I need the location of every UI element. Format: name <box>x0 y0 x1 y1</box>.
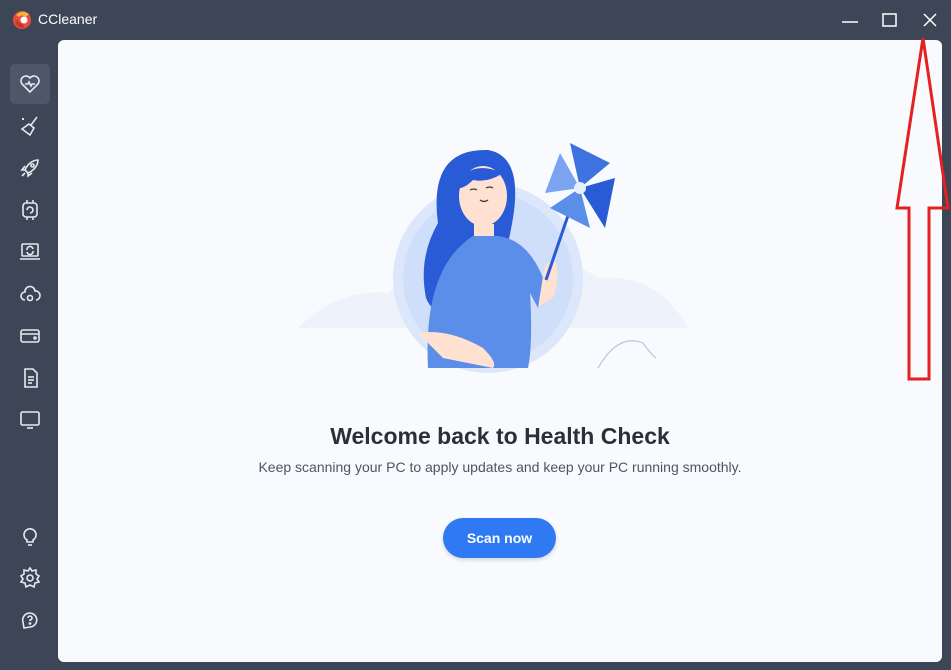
title-bar: CCleaner <box>0 0 951 40</box>
maximize-button[interactable] <box>870 6 910 34</box>
sidebar-item-settings[interactable] <box>10 558 50 598</box>
app-title: CCleaner <box>38 11 98 27</box>
scan-now-button[interactable]: Scan now <box>443 518 556 558</box>
sidebar <box>0 40 58 670</box>
minimize-icon <box>842 21 858 23</box>
drive-icon <box>20 329 40 343</box>
lightbulb-icon <box>23 528 37 546</box>
rocket-icon <box>20 159 39 178</box>
document-icon <box>24 368 38 388</box>
sidebar-item-custom-clean[interactable] <box>10 106 50 146</box>
page-title: Welcome back to Health Check <box>330 423 670 449</box>
annotation-arrow-icon <box>895 37 950 381</box>
sidebar-item-software-updater[interactable] <box>10 232 50 272</box>
health-check-illustration <box>298 143 688 373</box>
sidebar-item-tips[interactable] <box>10 516 50 556</box>
close-icon <box>923 13 937 27</box>
close-button[interactable] <box>910 6 950 34</box>
sidebar-item-tools[interactable] <box>10 358 50 398</box>
sidebar-item-performance[interactable] <box>10 148 50 188</box>
sidebar-item-cloud-settings[interactable] <box>10 274 50 314</box>
heart-icon <box>20 75 40 94</box>
maximize-icon <box>882 13 897 27</box>
monitor-icon <box>20 411 40 429</box>
sidebar-item-options[interactable] <box>10 400 50 440</box>
laptop-refresh-icon <box>20 243 40 260</box>
help-icon <box>21 612 38 629</box>
page-subtitle: Keep scanning your PC to apply updates a… <box>258 459 742 475</box>
main-content: Welcome back to Health Check Keep scanni… <box>58 40 942 662</box>
sidebar-item-help[interactable] <box>10 600 50 640</box>
sidebar-item-driver-updater[interactable] <box>10 190 50 230</box>
gear-icon <box>19 566 41 589</box>
cloud-gear-icon <box>20 285 41 302</box>
minimize-button[interactable] <box>830 6 870 34</box>
chip-icon <box>22 200 38 220</box>
sidebar-item-registry[interactable] <box>10 316 50 356</box>
sidebar-item-health-check[interactable] <box>10 64 50 104</box>
broom-icon <box>20 116 38 137</box>
ccleaner-logo <box>10 7 34 31</box>
